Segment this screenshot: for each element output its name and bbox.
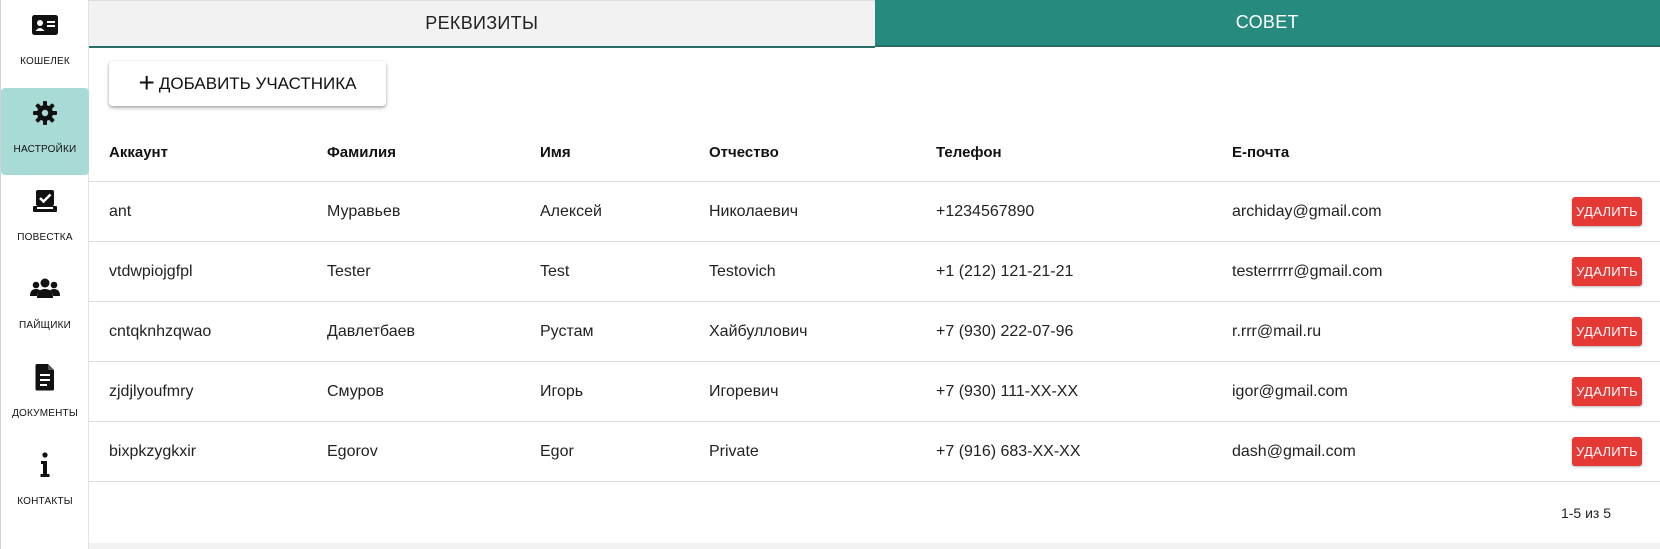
wallet-card-icon: [30, 10, 60, 45]
cell-email: r.rrr@mail.ru: [1232, 301, 1550, 362]
table-row: cntqknhzqwao Давлетбаев Рустам Хайбуллов…: [89, 301, 1660, 362]
cell-lastname: Давлетбаев: [327, 301, 540, 362]
document-icon: [30, 362, 60, 397]
users-icon: [30, 274, 60, 309]
cell-firstname: Рустам: [540, 301, 709, 362]
sidebar-item-label: ДОКУМЕНТЫ: [12, 408, 78, 419]
cell-account: vtdwpiojgfpl: [89, 241, 327, 302]
cell-account: bixpkzygkxir: [89, 421, 327, 482]
delete-button[interactable]: УДАЛИТЬ: [1572, 257, 1642, 286]
cell-patronymic: Игоревич: [709, 361, 936, 422]
members-table: Аккаунт Фамилия Имя Отчество Телефон E-п…: [89, 124, 1660, 482]
sidebar-item-label: ПАЙЩИКИ: [18, 320, 72, 331]
cell-firstname: Игорь: [540, 361, 709, 422]
cell-firstname: Test: [540, 241, 709, 302]
column-header-lastname: Фамилия: [327, 124, 540, 182]
delete-button[interactable]: УДАЛИТЬ: [1572, 197, 1642, 226]
cell-firstname: Алексей: [540, 181, 709, 242]
gear-icon: [30, 98, 60, 133]
cell-patronymic: Хайбуллович: [709, 301, 936, 362]
tab-requisites[interactable]: РЕКВИЗИТЫ: [89, 0, 875, 48]
cell-account: cntqknhzqwao: [89, 301, 327, 362]
column-header-actions: [1550, 124, 1660, 182]
table-row: bixpkzygkxir Egorov Egor Private +7 (916…: [89, 421, 1660, 482]
table-row: vtdwpiojgfpl Tester Test Testovich +1 (2…: [89, 241, 1660, 302]
sidebar-item-contacts[interactable]: КОНТАКТЫ: [1, 440, 89, 527]
sidebar-item-label: НАСТРОЙКИ: [13, 144, 77, 155]
sidebar-item-settings[interactable]: НАСТРОЙКИ: [1, 88, 89, 175]
table-row: zjdjlyoufmry Смуров Игорь Игоревич +7 (9…: [89, 361, 1660, 422]
cell-email: testerrrrr@gmail.com: [1232, 241, 1550, 302]
delete-button[interactable]: УДАЛИТЬ: [1572, 377, 1642, 406]
column-header-phone: Телефон: [936, 124, 1232, 182]
cell-phone: +7 (916) 683-XX-XX: [936, 421, 1232, 482]
sidebar-item-label: ПОВЕСТКА: [17, 232, 73, 243]
cell-email: archiday@gmail.com: [1232, 181, 1550, 242]
tab-council[interactable]: СОВЕТ: [874, 0, 1660, 47]
cell-lastname: Смуров: [327, 361, 540, 422]
plus-icon: +: [138, 66, 155, 98]
column-header-firstname: Имя: [540, 124, 709, 182]
cell-phone: +1234567890: [936, 181, 1232, 242]
cell-phone: +7 (930) 111-XX-XX: [936, 361, 1232, 422]
sidebar-item-label: КОШЕЛЕК: [20, 56, 70, 67]
cell-lastname: Egorov: [327, 421, 540, 482]
agenda-check-icon: [30, 186, 60, 221]
table-header-row: Аккаунт Фамилия Имя Отчество Телефон E-п…: [89, 124, 1660, 182]
cell-phone: +7 (930) 222-07-96: [936, 301, 1232, 362]
sidebar-item-label: КОНТАКТЫ: [17, 496, 73, 507]
cell-email: dash@gmail.com: [1232, 421, 1550, 482]
cell-firstname: Egor: [540, 421, 709, 482]
column-header-email: E-почта: [1232, 124, 1550, 182]
sidebar: КОШЕЛЕК НАСТРОЙКИ ПОВЕСТКА ПАЙЩИКИ ДОКУМ…: [0, 0, 89, 549]
cell-patronymic: Testovich: [709, 241, 936, 302]
main-content: РЕКВИЗИТЫ СОВЕТ + ДОБАВИТЬ УЧАСТНИКА Акк…: [89, 0, 1660, 549]
cell-patronymic: Private: [709, 421, 936, 482]
table-row: ant Муравьев Алексей Николаевич +1234567…: [89, 181, 1660, 242]
cell-lastname: Tester: [327, 241, 540, 302]
horizontal-scrollbar[interactable]: [89, 543, 1660, 549]
cell-patronymic: Николаевич: [709, 181, 936, 242]
delete-button[interactable]: УДАЛИТЬ: [1572, 437, 1642, 466]
cell-email: igor@gmail.com: [1232, 361, 1550, 422]
cell-account: ant: [89, 181, 327, 242]
sidebar-item-documents[interactable]: ДОКУМЕНТЫ: [1, 352, 89, 439]
tab-bar: РЕКВИЗИТЫ СОВЕТ: [89, 0, 1660, 48]
info-icon: [30, 450, 60, 485]
column-header-account: Аккаунт: [89, 124, 327, 182]
column-header-patronymic: Отчество: [709, 124, 936, 182]
add-member-label: ДОБАВИТЬ УЧАСТНИКА: [158, 73, 357, 93]
cell-phone: +1 (212) 121-21-21: [936, 241, 1232, 302]
cell-lastname: Муравьев: [327, 181, 540, 242]
add-member-button[interactable]: + ДОБАВИТЬ УЧАСТНИКА: [109, 61, 386, 106]
pagination-info: 1-5 из 5: [1560, 505, 1611, 521]
delete-button[interactable]: УДАЛИТЬ: [1572, 317, 1642, 346]
sidebar-item-agenda[interactable]: ПОВЕСТКА: [1, 176, 89, 263]
sidebar-item-wallet[interactable]: КОШЕЛЕК: [1, 0, 89, 87]
sidebar-item-shareholders[interactable]: ПАЙЩИКИ: [1, 264, 89, 351]
cell-account: zjdjlyoufmry: [89, 361, 327, 422]
